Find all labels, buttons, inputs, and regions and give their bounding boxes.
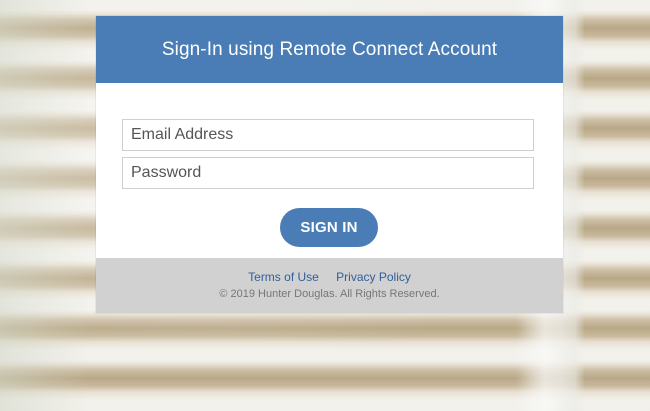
page-background: Sign-In using Remote Connect Account SIG… [0,0,650,411]
sign-in-button[interactable]: SIGN IN [280,208,378,247]
login-card: Sign-In using Remote Connect Account SIG… [96,16,563,313]
login-footer: Terms of Use Privacy Policy © 2019 Hunte… [96,258,563,313]
copyright-text: © 2019 Hunter Douglas. All Rights Reserv… [219,288,440,300]
login-header: Sign-In using Remote Connect Account [96,16,563,83]
privacy-policy-link[interactable]: Privacy Policy [336,270,411,284]
terms-of-use-link[interactable]: Terms of Use [248,270,319,284]
login-title: Sign-In using Remote Connect Account [161,38,498,60]
footer-links: Terms of Use Privacy Policy [96,270,563,284]
password-field[interactable] [122,157,534,189]
login-form: SIGN IN [96,83,563,258]
email-field[interactable] [122,119,534,151]
